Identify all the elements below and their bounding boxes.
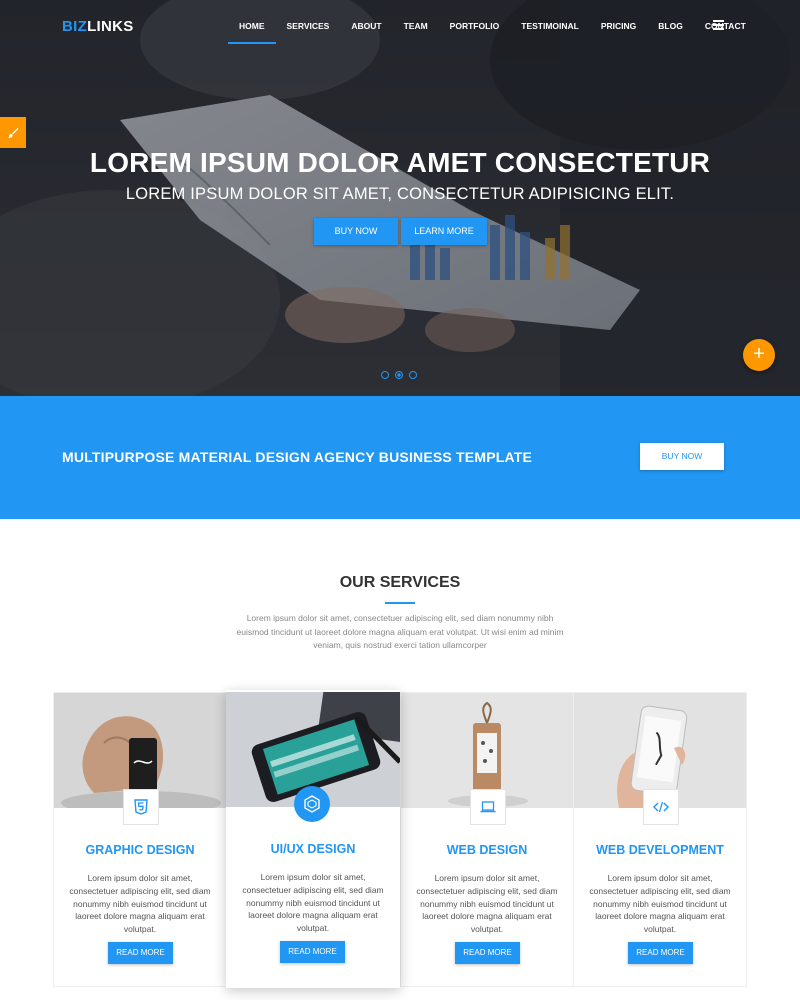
code-icon [643, 789, 679, 825]
nav-item-pricing[interactable]: PRICING [590, 0, 647, 52]
slider-dot-3[interactable] [409, 371, 417, 379]
read-more-button[interactable]: READ MORE [628, 942, 693, 964]
service-card-ui-ux-design: UI/UX DESIGN Lorem ipsum dolor sit amet,… [226, 690, 400, 988]
service-card-graphic-design: GRAPHIC DESIGN Lorem ipsum dolor sit ame… [53, 692, 227, 987]
card-title: WEB DEVELOPMENT [596, 843, 724, 857]
nav-item-portfolio[interactable]: PORTFOLIO [439, 0, 511, 52]
nav-item-home[interactable]: HOME [228, 0, 276, 52]
hero-buy-now-button[interactable]: BUY NOW [314, 218, 398, 245]
read-more-button[interactable]: READ MORE [455, 942, 520, 964]
hamburger-icon[interactable] [713, 20, 724, 31]
slider-pagination [381, 371, 417, 379]
card-title: GRAPHIC DESIGN [85, 843, 195, 857]
laptop-icon [470, 789, 506, 825]
service-card-web-development: WEB DEVELOPMENT Lorem ipsum dolor sit am… [573, 692, 747, 987]
logo-part-biz: BIZ [62, 18, 88, 35]
navbar: BIZLINKS HOME SERVICES ABOUT TEAM PORTFO… [0, 0, 800, 52]
brush-icon [8, 127, 19, 138]
floating-add-button[interactable]: + [743, 339, 775, 371]
nav-item-about[interactable]: ABOUT [340, 0, 392, 52]
nav-item-contact[interactable]: CONTACT [694, 0, 757, 52]
cta-buy-now-button[interactable]: BUY NOW [640, 443, 724, 470]
nav-item-testimonial[interactable]: TESTIMOINAL [510, 0, 590, 52]
card-text: Lorem ipsum dolor sit amet, consectetuer… [242, 872, 384, 934]
services-description: Lorem ipsum dolor sit amet, consectetuer… [236, 613, 564, 650]
cta-text: MULTIPURPOSE MATERIAL DESIGN AGENCY BUSI… [62, 449, 533, 465]
card-text: Lorem ipsum dolor sit amet, consectetuer… [416, 873, 558, 935]
services-title-underline [385, 602, 415, 604]
cta-band: MULTIPURPOSE MATERIAL DESIGN AGENCY BUSI… [0, 396, 800, 519]
logo-part-links: LINKS [87, 18, 134, 35]
hero-title: LOREM IPSUM DOLOR AMET CONSECTETUR [89, 147, 711, 178]
hexagon-icon [294, 786, 330, 822]
nav-item-blog[interactable]: BLOG [647, 0, 694, 52]
hero-buttons: BUY NOW LEARN MORE [314, 218, 487, 245]
style-switcher-button[interactable] [0, 117, 26, 148]
services-title: OUR SERVICES [339, 574, 461, 591]
read-more-button[interactable]: READ MORE [280, 941, 345, 963]
main-nav: HOME SERVICES ABOUT TEAM PORTFOLIO TESTI… [228, 0, 757, 52]
card-title: UI/UX DESIGN [270, 842, 356, 856]
card-title: WEB DESIGN [446, 843, 528, 857]
card-text: Lorem ipsum dolor sit amet, consectetuer… [589, 873, 731, 935]
hero-slider: BIZLINKS HOME SERVICES ABOUT TEAM PORTFO… [0, 0, 800, 396]
nav-item-team[interactable]: TEAM [393, 0, 439, 52]
hero-subtitle: LOREM IPSUM DOLOR SIT AMET, CONSECTETUR … [125, 185, 675, 203]
plus-icon: + [753, 343, 765, 365]
nav-item-services[interactable]: SERVICES [276, 0, 341, 52]
service-cards: GRAPHIC DESIGN Lorem ipsum dolor sit ame… [53, 690, 747, 988]
slider-dot-1[interactable] [381, 371, 389, 379]
read-more-button[interactable]: READ MORE [108, 942, 173, 964]
card-text: Lorem ipsum dolor sit amet, consectetuer… [69, 873, 211, 935]
site-logo[interactable]: BIZLINKS [62, 18, 134, 35]
hero-learn-more-button[interactable]: LEARN MORE [401, 218, 487, 245]
html5-icon [123, 789, 159, 825]
slider-dot-2[interactable] [395, 371, 403, 379]
service-card-web-design: WEB DESIGN Lorem ipsum dolor sit amet, c… [400, 692, 574, 987]
